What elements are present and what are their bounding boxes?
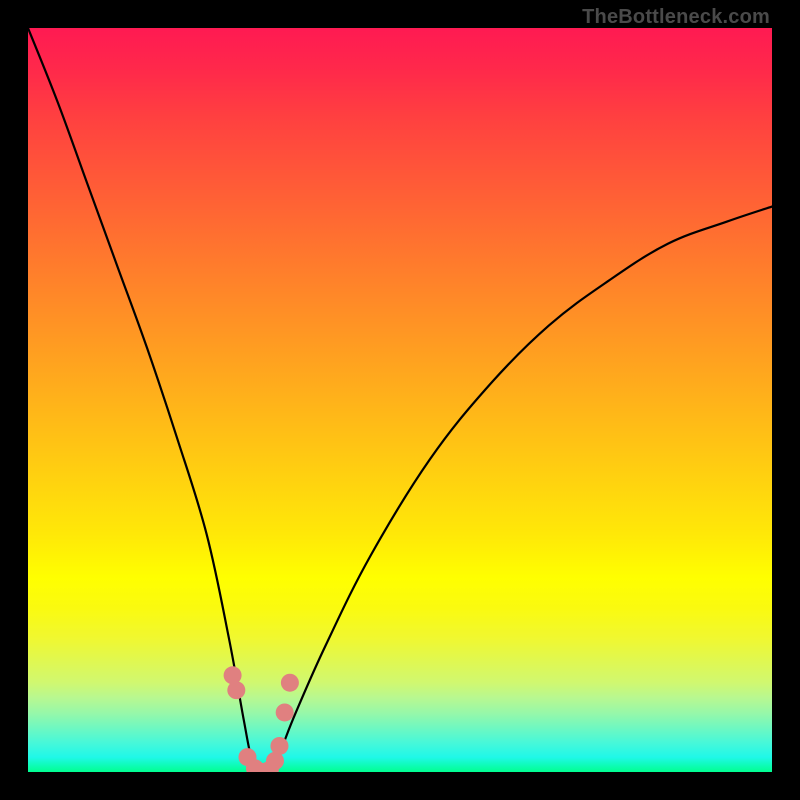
marker-point	[281, 674, 299, 692]
chart-frame: TheBottleneck.com	[0, 0, 800, 800]
curve-layer	[28, 28, 772, 772]
marker-point	[227, 681, 245, 699]
plot-area	[28, 28, 772, 772]
marker-point	[270, 737, 288, 755]
bottleneck-curve	[28, 28, 772, 772]
attribution-text: TheBottleneck.com	[582, 6, 770, 29]
marker-point	[276, 703, 294, 721]
highlight-markers	[224, 666, 299, 772]
